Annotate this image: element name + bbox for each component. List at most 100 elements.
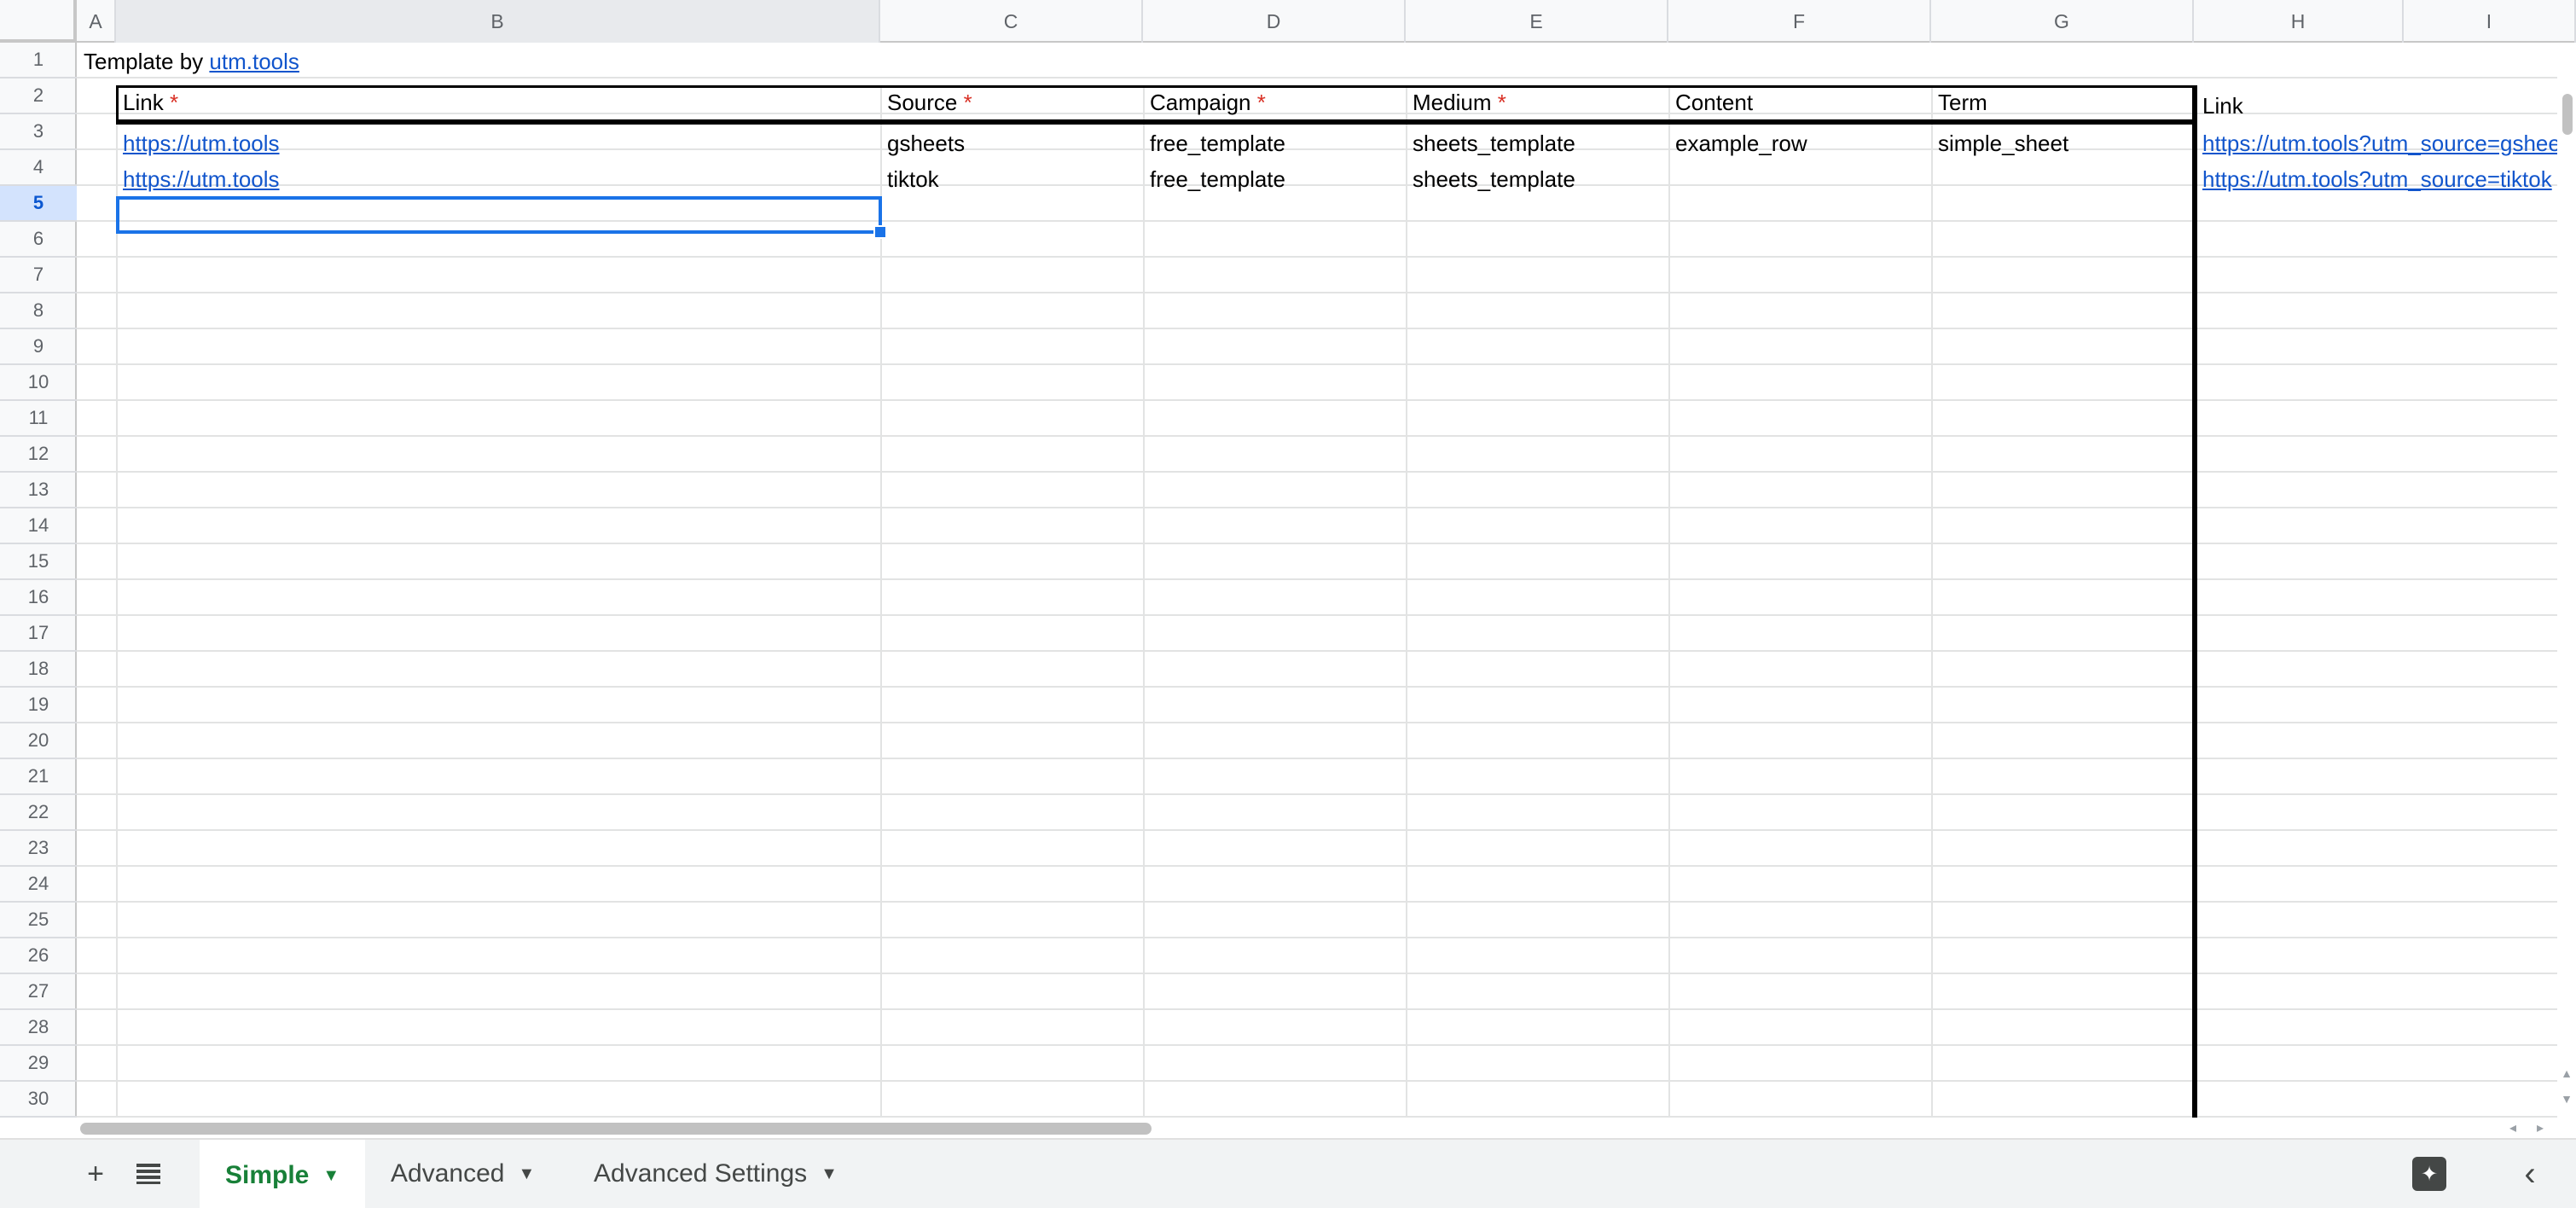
column-header-e[interactable]: E <box>1406 0 1668 43</box>
row-header-10[interactable]: 10 <box>0 365 77 401</box>
cell-e4[interactable]: sheets_template <box>1413 162 1668 196</box>
header-medium[interactable]: Medium * <box>1413 85 1668 119</box>
column-header-i[interactable]: I <box>2404 0 2576 43</box>
column-header-h[interactable]: H <box>2194 0 2404 43</box>
header-label: Link <box>2202 93 2243 119</box>
header-label: Link <box>123 90 164 115</box>
row-header-6[interactable]: 6 <box>0 222 77 258</box>
row-header-21[interactable]: 21 <box>0 759 77 795</box>
row-header-17[interactable]: 17 <box>0 616 77 652</box>
cell-link[interactable]: https://utm.tools <box>123 131 280 156</box>
column-header-a[interactable]: A <box>77 0 116 43</box>
table-right-border <box>2192 85 2197 1118</box>
cell-b4[interactable]: https://utm.tools <box>123 162 882 196</box>
explore-icon[interactable]: ✦ <box>2409 1153 2450 1194</box>
header-content[interactable]: Content <box>1675 85 1931 119</box>
row-header-11[interactable]: 11 <box>0 401 77 437</box>
row-header-28[interactable]: 28 <box>0 1010 77 1046</box>
column-header-b[interactable]: B <box>116 0 880 43</box>
selected-cell-b5[interactable] <box>116 196 882 234</box>
row-header-26[interactable]: 26 <box>0 938 77 974</box>
required-marker: * <box>1497 90 1506 115</box>
scroll-right-arrow[interactable]: ▸ <box>2537 1119 2544 1136</box>
cell-b3[interactable]: https://utm.tools <box>123 126 882 160</box>
cell-g3[interactable]: simple_sheet <box>1938 126 2194 160</box>
row-gridline <box>77 614 2557 616</box>
scroll-up-arrow[interactable]: ▲ <box>2561 1066 2573 1080</box>
cell-c3[interactable]: gsheets <box>887 126 1143 160</box>
list-glyph <box>136 1164 160 1184</box>
header-label: Content <box>1675 90 1754 115</box>
column-header-d[interactable]: D <box>1143 0 1406 43</box>
row-header-5[interactable]: 5 <box>0 186 77 222</box>
horizontal-scrollbar[interactable]: ◂ ▸ <box>77 1119 2559 1138</box>
column-letter: C <box>1003 9 1018 32</box>
column-header-g[interactable]: G <box>1931 0 2194 43</box>
column-letter: F <box>1792 9 1806 32</box>
cell-d3[interactable]: free_template <box>1150 126 1406 160</box>
row-header-14[interactable]: 14 <box>0 508 77 544</box>
tab-advanced[interactable]: Advanced ▼ <box>365 1140 560 1208</box>
caret-down-icon[interactable]: ▼ <box>518 1164 535 1184</box>
scroll-left-arrow[interactable]: ◂ <box>2509 1119 2516 1136</box>
caret-down-icon[interactable]: ▼ <box>322 1166 339 1186</box>
plus-icon[interactable]: + <box>75 1153 116 1194</box>
list-icon[interactable] <box>128 1153 169 1194</box>
row-header-19[interactable]: 19 <box>0 688 77 723</box>
caret-down-icon[interactable]: ▼ <box>821 1164 838 1184</box>
cell-e3[interactable]: sheets_template <box>1413 126 1668 160</box>
row-header-16[interactable]: 16 <box>0 580 77 616</box>
row-header-29[interactable]: 29 <box>0 1046 77 1082</box>
row-header-8[interactable]: 8 <box>0 293 77 329</box>
row-header-12[interactable]: 12 <box>0 437 77 473</box>
column-header-f[interactable]: F <box>1668 0 1931 43</box>
row-header-2[interactable]: 2 <box>0 78 77 114</box>
row-header-22[interactable]: 22 <box>0 795 77 831</box>
row-header-23[interactable]: 23 <box>0 831 77 867</box>
header-source[interactable]: Source * <box>887 85 1143 119</box>
row-header-4[interactable]: 4 <box>0 150 77 186</box>
generated-utm-link[interactable]: https://utm.tools?utm_source=tiktok <box>2202 166 2552 192</box>
cell-link[interactable]: https://utm.tools <box>123 166 280 192</box>
header-term[interactable]: Term <box>1938 85 2194 119</box>
scroll-down-arrow[interactable]: ▼ <box>2561 1092 2573 1106</box>
cell-f3[interactable]: example_row <box>1675 126 1931 160</box>
cell-c4[interactable]: tiktok <box>887 162 1143 196</box>
row-header-13[interactable]: 13 <box>0 473 77 508</box>
utm-tools-link[interactable]: utm.tools <box>209 49 299 74</box>
horizontal-scroll-thumb[interactable] <box>80 1123 1152 1135</box>
row-header-1[interactable]: 1 <box>0 43 77 78</box>
header-link[interactable]: Link * <box>123 85 882 119</box>
tab-simple[interactable]: Simple ▼ <box>200 1140 366 1208</box>
cell-h4[interactable]: https://utm.tools?utm_source=tiktok <box>2202 162 2557 196</box>
column-header-c[interactable]: C <box>880 0 1143 43</box>
row-header-18[interactable]: 18 <box>0 652 77 688</box>
row-header-9[interactable]: 9 <box>0 329 77 365</box>
select-all-corner[interactable] <box>0 0 77 43</box>
row-gridline <box>77 363 2557 365</box>
row-header-25[interactable]: 25 <box>0 903 77 938</box>
chevron-left-icon[interactable]: ‹ <box>2509 1153 2550 1194</box>
row-header-20[interactable]: 20 <box>0 723 77 759</box>
vertical-scrollbar[interactable]: ▲ ▼ <box>2557 43 2576 1118</box>
row-header-24[interactable]: 24 <box>0 867 77 903</box>
tab-advanced-settings[interactable]: Advanced Settings ▼ <box>568 1140 863 1208</box>
cell-a1[interactable]: Template by utm.tools <box>84 44 851 78</box>
spreadsheet-grid[interactable]: A B C D E F G H I 1 2 3 4 5 6 7 8 9 10 11 12 13 14 15 1… <box>0 0 2576 1118</box>
cell-d4[interactable]: free_template <box>1150 162 1406 196</box>
row-gridline <box>77 973 2557 974</box>
vertical-scroll-thumb[interactable] <box>2562 94 2573 135</box>
fill-handle[interactable] <box>873 225 887 239</box>
row-header-7[interactable]: 7 <box>0 258 77 293</box>
generated-utm-link[interactable]: https://utm.tools?utm_source=gsheets <box>2202 131 2557 156</box>
header-campaign[interactable]: Campaign * <box>1150 85 1406 119</box>
row-header-30[interactable]: 30 <box>0 1082 77 1118</box>
header-output-link[interactable]: Link <box>2202 89 2407 123</box>
row-header-15[interactable]: 15 <box>0 544 77 580</box>
column-letter: H <box>2290 9 2306 32</box>
column-gridline <box>1668 85 1670 1118</box>
row-header-27[interactable]: 27 <box>0 974 77 1010</box>
column-letter: E <box>1529 9 1543 32</box>
row-header-3[interactable]: 3 <box>0 114 77 150</box>
cell-h3[interactable]: https://utm.tools?utm_source=gsheets <box>2202 126 2557 160</box>
